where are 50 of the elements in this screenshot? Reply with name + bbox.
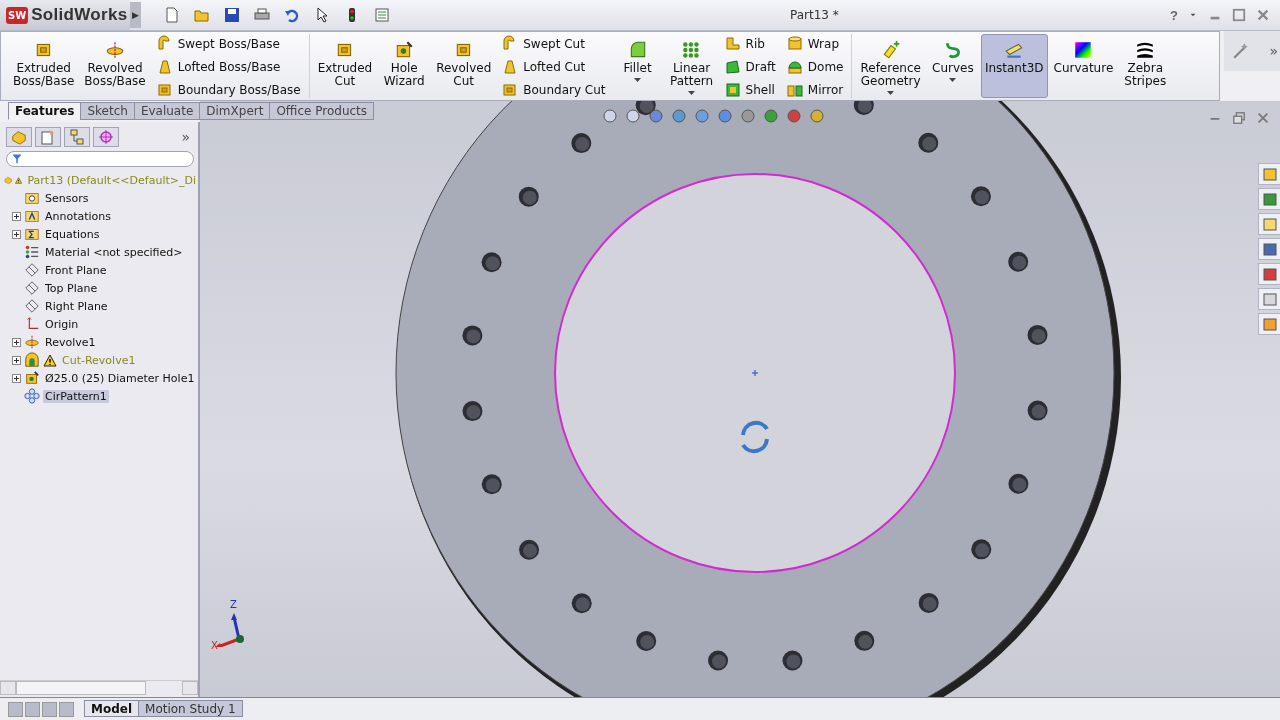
app-logo: SolidWorks (31, 5, 128, 25)
tree-item[interactable]: Material <not specified> (43, 245, 185, 259)
tree-item[interactable]: Top Plane (43, 281, 100, 295)
tree-item[interactable]: CirPattern1 (43, 389, 109, 403)
ribbon-button[interactable]: Swept Boss/Base (155, 35, 301, 53)
more-button[interactable]: » (1267, 43, 1280, 59)
ribbon-button[interactable]: Curves (926, 34, 979, 98)
ribbon-button[interactable]: Wrap (785, 35, 844, 53)
ribbon-button[interactable]: Shell (723, 81, 776, 99)
tree-item[interactable]: Origin (43, 317, 81, 331)
ribbon-button[interactable]: Fillet (611, 34, 664, 98)
ribbon-button[interactable]: Instant3D (980, 34, 1048, 98)
more-button[interactable]: » (179, 129, 192, 145)
command-tab[interactable]: Features (8, 102, 82, 120)
ribbon-button[interactable]: Linear Pattern (665, 34, 718, 98)
ribbon-button[interactable]: Draft (723, 58, 776, 76)
ribbon-button[interactable]: Lofted Boss/Base (155, 58, 301, 76)
tree-item[interactable]: Ø25.0 (25) Diameter Hole1 (43, 371, 197, 385)
ribbon-button[interactable]: Boundary Cut (501, 81, 606, 99)
ribbon-button[interactable]: Boundary Boss/Base (155, 81, 301, 99)
tree-item[interactable]: Annotations (43, 209, 114, 223)
command-tab[interactable]: DimXpert (199, 102, 271, 120)
ribbon-button[interactable]: Curvature (1049, 34, 1118, 98)
ribbon-button[interactable]: Swept Cut (501, 35, 606, 53)
ribbon-button[interactable]: Rib (723, 35, 776, 53)
ribbon-button[interactable]: Mirror (785, 81, 844, 99)
ribbon-button[interactable]: Extruded Cut (313, 34, 377, 98)
axis-label: X (211, 640, 218, 651)
axis-label: Z (230, 599, 237, 610)
command-tab[interactable]: Evaluate (133, 102, 201, 120)
tree-item[interactable]: Sensors (43, 191, 91, 205)
ribbon-button[interactable]: Zebra Stripes (1119, 34, 1172, 98)
ribbon-button[interactable]: Extruded Boss/Base (9, 34, 79, 98)
help-button[interactable]: ? (1170, 7, 1178, 23)
ribbon-button[interactable]: Hole Wizard (378, 34, 431, 98)
tree-item[interactable]: Front Plane (43, 263, 109, 277)
logo-badge: SW (6, 6, 29, 24)
command-tab[interactable]: Sketch (80, 102, 135, 120)
ribbon-button[interactable]: Lofted Cut (501, 58, 606, 76)
tree-item[interactable]: Equations (43, 227, 102, 241)
ribbon-button[interactable]: Dome (785, 58, 844, 76)
window-title: Part13 * (790, 8, 839, 22)
tree-item[interactable]: Revolve1 (43, 335, 98, 349)
ribbon-button[interactable]: Reference Geometry (856, 34, 925, 98)
ribbon-button[interactable]: Revolved Cut (432, 34, 496, 98)
ribbon-button[interactable]: Revolved Boss/Base (80, 34, 150, 98)
study-tab[interactable]: Model (84, 700, 140, 717)
tree-item[interactable]: Right Plane (43, 299, 110, 313)
command-tab[interactable]: Office Products (269, 102, 375, 120)
study-tab[interactable]: Motion Study 1 (138, 700, 243, 717)
